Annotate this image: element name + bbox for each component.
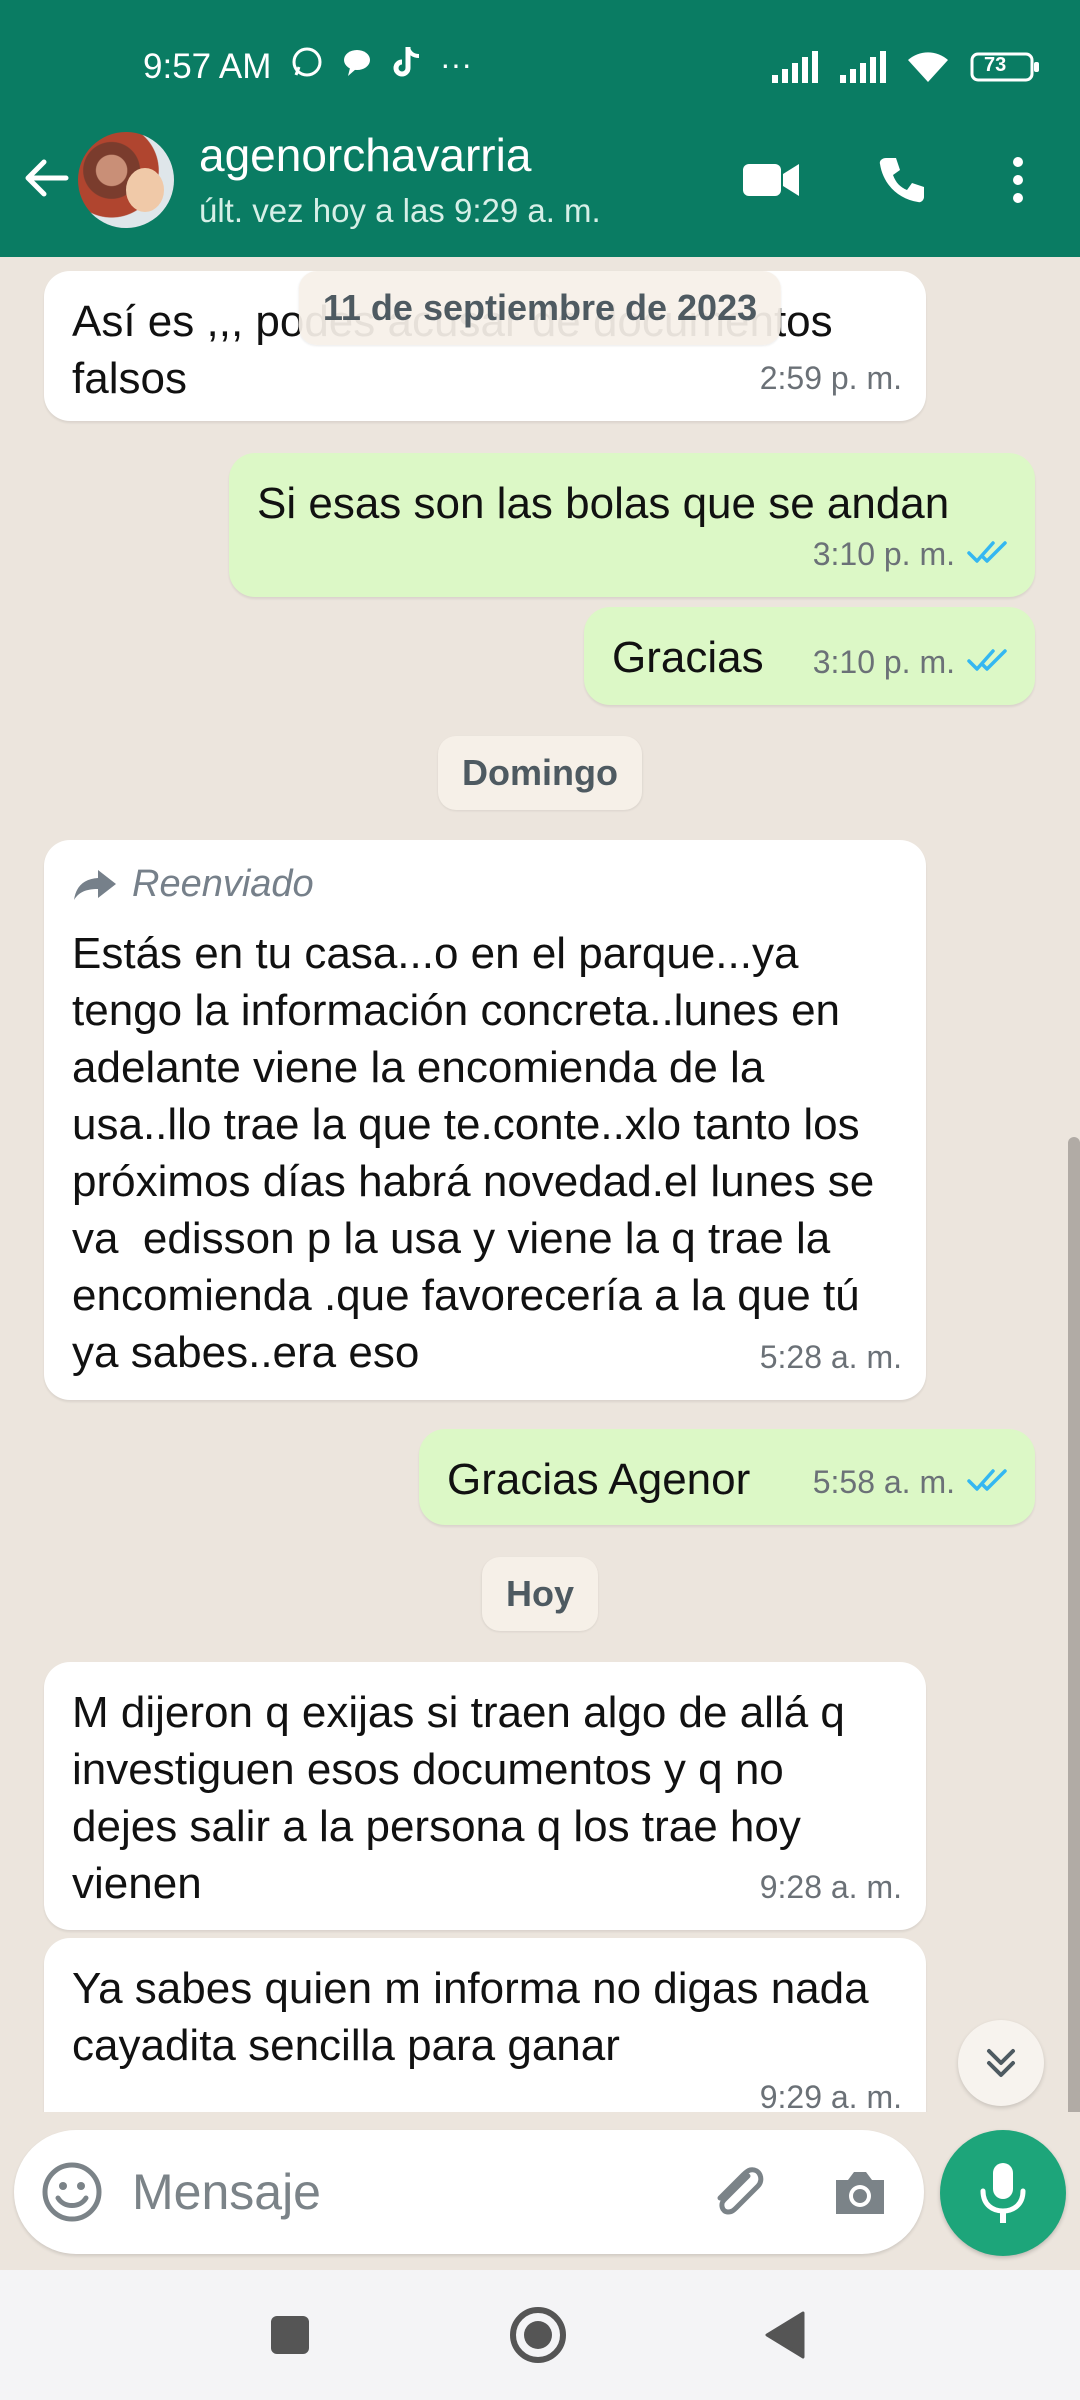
battery-level: 73	[984, 54, 1007, 76]
message-meta: 3:10 p. m.	[813, 634, 1011, 691]
forwarded-label: Reenviado	[72, 856, 898, 913]
wifi-icon	[906, 50, 950, 89]
scrollbar[interactable]	[1068, 1137, 1080, 2112]
whatsapp-notification-icon	[290, 45, 324, 84]
chat-area[interactable]: Así es ,,, podes acusar de documentos fa…	[0, 257, 1080, 2112]
message-incoming-forwarded[interactable]: Reenviado Estás en tu casa...o en el par…	[44, 840, 926, 1400]
home-circle-icon	[510, 2307, 566, 2363]
tiktok-icon	[390, 44, 424, 85]
message-time: 3:10 p. m.	[812, 536, 955, 572]
day-separator-domingo: Domingo	[438, 736, 642, 810]
top-bar: 9:57 AM ··· 73 agenorchavarria últ. vez …	[0, 0, 1080, 257]
back-nav-button[interactable]	[752, 2302, 818, 2368]
message-time: 9:28 a. m.	[759, 1869, 902, 1905]
message-input[interactable]	[132, 2160, 692, 2224]
square-icon	[271, 2316, 309, 2354]
contact-name[interactable]: agenorchavarria	[199, 128, 531, 182]
message-text: Ya sabes quien m informa no digas nada c…	[72, 1964, 881, 2070]
message-meta: 2:59 p. m.	[760, 350, 902, 407]
avatar[interactable]	[78, 132, 174, 228]
triangle-back-icon	[765, 2311, 805, 2359]
back-button[interactable]	[18, 150, 74, 206]
message-outgoing[interactable]: Gracias 3:10 p. m.	[584, 607, 1035, 705]
message-time: 3:10 p. m.	[812, 644, 955, 680]
camera-button[interactable]	[826, 2158, 894, 2226]
battery-icon: 73	[970, 51, 1040, 88]
message-meta: 9:28 a. m.	[760, 1859, 902, 1916]
voice-call-button[interactable]	[870, 148, 934, 212]
message-meta: 3:10 p. m.	[813, 526, 1011, 583]
recents-button[interactable]	[257, 2302, 323, 2368]
forwarded-text: Reenviado	[132, 863, 314, 905]
phone-icon	[879, 158, 924, 203]
voice-message-button[interactable]	[940, 2130, 1066, 2256]
whatsapp-chat-screen: 9:57 AM ··· 73 agenorchavarria últ. vez …	[0, 0, 1080, 2400]
message-incoming[interactable]: M dijeron q exijas si traen algo de allá…	[44, 1662, 926, 1930]
message-time: 9:29 a. m.	[759, 2079, 902, 2112]
message-meta: 5:28 a. m.	[760, 1329, 902, 1386]
back-arrow-icon	[25, 159, 69, 197]
signal-icon	[770, 51, 818, 88]
message-text: Si esas son las bolas que se andan	[257, 479, 950, 528]
more-options-button[interactable]	[986, 148, 1050, 212]
home-button[interactable]	[505, 2302, 571, 2368]
message-time: 5:28 a. m.	[759, 1339, 902, 1375]
message-outgoing[interactable]: Si esas son las bolas que se andan 3:10 …	[229, 453, 1035, 597]
chat-bubble-icon	[340, 45, 374, 84]
message-composer	[14, 2130, 924, 2254]
last-seen[interactable]: últ. vez hoy a las 9:29 a. m.	[199, 192, 601, 230]
more-notifications-icon: ···	[440, 46, 472, 82]
message-time: 5:58 a. m.	[812, 1464, 955, 1500]
more-vert-icon	[1013, 157, 1023, 203]
message-incoming[interactable]: Ya sabes quien m informa no digas nada c…	[44, 1938, 926, 2112]
status-time: 9:57 AM	[143, 47, 272, 86]
message-meta: 5:58 a. m.	[813, 1454, 1011, 1511]
double-check-icon	[967, 634, 1011, 691]
message-meta: 9:29 a. m.	[760, 2069, 902, 2112]
message-time: 2:59 p. m.	[759, 360, 902, 396]
notification-icons: ···	[290, 44, 472, 85]
double-check-icon	[967, 526, 1011, 583]
chevron-double-down-icon	[987, 2049, 1015, 2077]
floating-date-chip: 11 de septiembre de 2023	[298, 271, 782, 345]
message-text: Estás en tu casa...o en el parque...ya t…	[72, 929, 887, 1377]
signal-2-icon	[838, 51, 886, 88]
mic-icon	[980, 2163, 1026, 2223]
video-call-icon	[743, 164, 799, 196]
camera-icon	[836, 2172, 884, 2214]
double-check-icon	[967, 1454, 1011, 1511]
system-icons: 73	[770, 50, 1040, 89]
system-navigation-bar	[0, 2270, 1080, 2400]
attach-button[interactable]	[704, 2158, 772, 2226]
emoji-icon	[42, 2162, 102, 2222]
message-outgoing[interactable]: Gracias Agenor 5:58 a. m.	[419, 1429, 1035, 1525]
emoji-button[interactable]	[38, 2158, 106, 2226]
paperclip-icon	[717, 2167, 764, 2215]
video-call-button[interactable]	[739, 148, 803, 212]
forward-icon	[74, 869, 116, 900]
day-separator-hoy: Hoy	[481, 1557, 599, 1631]
scroll-to-bottom-button[interactable]	[958, 2020, 1044, 2106]
